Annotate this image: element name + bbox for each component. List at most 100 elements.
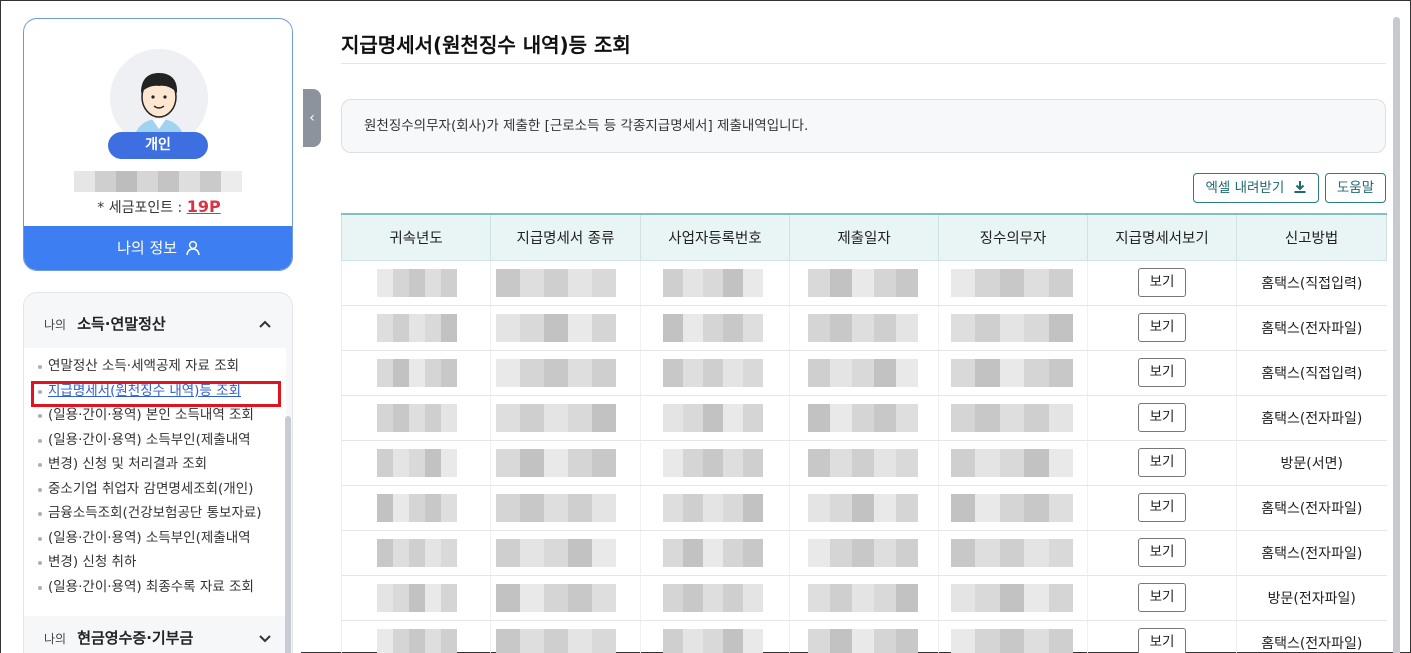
- view-cell: 보기: [1087, 440, 1237, 486]
- page-title: 지급명세서(원천징수 내역)등 조회: [341, 33, 631, 57]
- menu-item[interactable]: (일용·간이·용역) 소득부인(제출내역: [36, 428, 286, 453]
- table-row: 보기 홈택스(직접입력): [341, 260, 1387, 306]
- view-statement-button[interactable]: 보기: [1138, 538, 1186, 567]
- menu-item[interactable]: 금융소득조회(건강보험공단 통보자료): [36, 501, 286, 526]
- view-statement-button[interactable]: 보기: [1138, 628, 1186, 653]
- redacted-blur: [951, 628, 1074, 653]
- redacted-blur: [377, 493, 457, 522]
- menu-section-income[interactable]: 나의 소득·연말정산: [24, 302, 286, 346]
- redacted-blur: [808, 403, 918, 432]
- redacted-blur: [808, 493, 918, 522]
- view-statement-button[interactable]: 보기: [1138, 403, 1186, 432]
- redacted-blur: [377, 448, 457, 477]
- menu-item[interactable]: (일용·간이·용역) 최종수록 자료 조회: [36, 575, 286, 600]
- redacted-cell: [789, 620, 939, 653]
- collapse-sidebar-button[interactable]: ‹: [303, 89, 321, 147]
- redacted-blur: [808, 268, 918, 297]
- redacted-blur: [663, 448, 763, 477]
- redacted-blur: [951, 268, 1074, 297]
- view-cell: 보기: [1087, 350, 1237, 396]
- table-row: 보기 홈택스(전자파일): [341, 620, 1387, 653]
- redacted-blur: [808, 628, 918, 653]
- left-panel: 개인 * 세금포인트 : 19P 나의 정보 나의 소득·연말정산 연말정산 소…: [1, 1, 301, 653]
- menu-section-cash-receipt[interactable]: 나의 현금영수증·기부금: [24, 616, 286, 653]
- my-info-button[interactable]: 나의 정보: [24, 226, 292, 270]
- redacted-cell: [640, 395, 790, 441]
- view-statement-button[interactable]: 보기: [1138, 583, 1186, 612]
- redacted-blur: [496, 583, 616, 612]
- redacted-cell: [490, 530, 641, 576]
- redacted-blur: [377, 583, 457, 612]
- download-icon: [1294, 181, 1306, 193]
- column-header: 귀속년도: [341, 213, 491, 261]
- view-statement-button[interactable]: 보기: [1138, 313, 1186, 342]
- redacted-cell: [789, 395, 939, 441]
- menu-item[interactable]: 연말정산 소득·세액공제 자료 조회: [36, 354, 286, 379]
- table-row: 보기 홈택스(전자파일): [341, 395, 1387, 441]
- redacted-blur: [377, 628, 457, 653]
- redacted-cell: [640, 530, 790, 576]
- redacted-cell: [341, 305, 491, 351]
- view-cell: 보기: [1087, 575, 1237, 621]
- view-cell: 보기: [1087, 260, 1237, 306]
- menu-item[interactable]: 중소기업 취업자 감면명세조회(개인): [36, 477, 286, 502]
- redacted-blur: [808, 313, 918, 342]
- chevron-left-icon: ‹: [309, 110, 315, 126]
- help-button[interactable]: 도움말: [1325, 173, 1386, 203]
- redacted-cell: [938, 395, 1088, 441]
- redacted-blur: [496, 358, 616, 387]
- redacted-blur: [377, 358, 457, 387]
- redacted-cell: [490, 350, 641, 396]
- title-divider: [341, 63, 1386, 64]
- redacted-blur: [808, 358, 918, 387]
- redacted-blur: [663, 403, 763, 432]
- redacted-cell: [490, 620, 641, 653]
- menu-section-prefix: 나의: [44, 632, 67, 646]
- menu-section-prefix: 나의: [44, 318, 67, 332]
- redacted-cell: [938, 440, 1088, 486]
- column-header: 제출일자: [789, 213, 939, 261]
- view-statement-button[interactable]: 보기: [1138, 493, 1186, 522]
- redacted-blur: [951, 448, 1074, 477]
- redacted-cell: [789, 575, 939, 621]
- filing-method-cell: 홈택스(전자파일): [1236, 395, 1387, 441]
- profile-card: 개인 * 세금포인트 : 19P 나의 정보: [23, 18, 293, 271]
- redacted-blur: [663, 538, 763, 567]
- left-scrollbar[interactable]: [285, 416, 291, 653]
- redacted-blur: [496, 313, 616, 342]
- redacted-cell: [789, 440, 939, 486]
- user-icon: [186, 240, 200, 256]
- chevron-up-icon: [259, 320, 271, 328]
- chevron-down-icon: [259, 635, 271, 643]
- table-row: 보기 홈택스(전자파일): [341, 530, 1387, 576]
- redacted-blur: [951, 493, 1074, 522]
- redacted-cell: [341, 530, 491, 576]
- redacted-cell: [490, 440, 641, 486]
- filing-method-cell: 홈택스(직접입력): [1236, 350, 1387, 396]
- highlight-box: [31, 381, 281, 407]
- redacted-blur: [496, 493, 616, 522]
- view-statement-button[interactable]: 보기: [1138, 448, 1186, 477]
- redacted-blur: [496, 538, 616, 567]
- redacted-blur: [496, 403, 616, 432]
- redacted-blur: [808, 538, 918, 567]
- excel-download-button[interactable]: 엑셀 내려받기: [1193, 173, 1319, 203]
- filing-method-cell: 방문(전자파일): [1236, 575, 1387, 621]
- view-cell: 보기: [1087, 620, 1237, 653]
- menu-item-continued[interactable]: 변경) 신청 취하: [36, 550, 286, 575]
- tax-points-value[interactable]: 19P: [187, 197, 221, 216]
- menu-item-continued[interactable]: 변경) 신청 및 처리결과 조회: [36, 452, 286, 477]
- redacted-cell: [341, 440, 491, 486]
- page-scrollbar[interactable]: [1393, 17, 1400, 653]
- redacted-cell: [938, 305, 1088, 351]
- redacted-cell: [341, 575, 491, 621]
- menu-item[interactable]: (일용·간이·용역) 소득부인(제출내역: [36, 526, 286, 551]
- redacted-cell: [789, 485, 939, 531]
- redacted-cell: [938, 620, 1088, 653]
- redacted-cell: [341, 260, 491, 306]
- view-statement-button[interactable]: 보기: [1138, 268, 1186, 297]
- redacted-blur: [663, 268, 763, 297]
- view-statement-button[interactable]: 보기: [1138, 358, 1186, 387]
- redacted-cell: [490, 485, 641, 531]
- column-header: 지급명세서 종류: [490, 213, 641, 261]
